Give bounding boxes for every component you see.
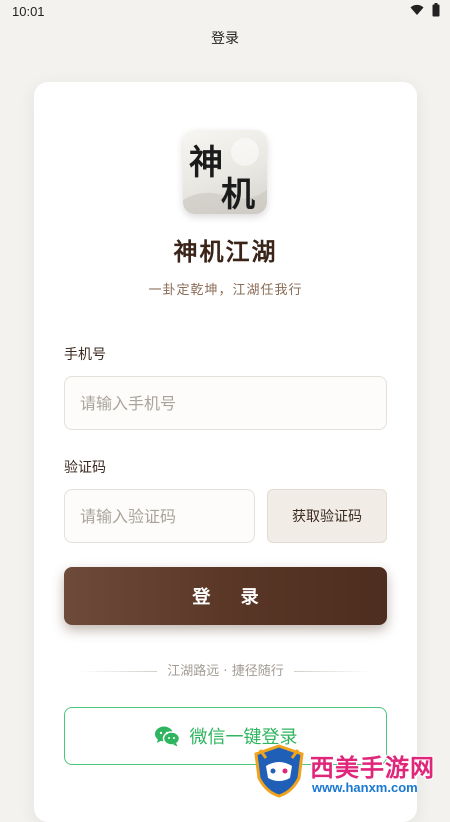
- get-code-button[interactable]: 获取验证码: [267, 489, 387, 543]
- code-label: 验证码: [64, 460, 106, 476]
- phone-label: 手机号: [64, 347, 106, 363]
- status-icons: [410, 3, 440, 20]
- page-title: 登录: [211, 31, 239, 47]
- watermark-title: 西美手游网: [310, 754, 435, 782]
- battery-icon: [432, 3, 440, 20]
- divider-line-right: [294, 671, 372, 672]
- wifi-icon: [410, 4, 424, 19]
- logo-char-1: 神: [189, 143, 223, 183]
- divider: 江湖路远 · 捷径随行: [64, 662, 387, 682]
- login-button[interactable]: 登 录: [64, 567, 387, 625]
- code-input[interactable]: [64, 489, 255, 543]
- status-time: 10:01: [12, 4, 45, 19]
- app-logo: 神 机: [183, 130, 267, 214]
- login-card: 神 机 神机江湖 一卦定乾坤，江湖任我行 手机号 验证码 获取验证码 登 录 江…: [34, 82, 417, 822]
- watermark: 西美手游网 www.hanxm.com: [250, 742, 450, 800]
- watermark-shield-icon: [254, 744, 304, 798]
- divider-text: 江湖路远 · 捷径随行: [167, 664, 284, 679]
- app-logo-art: 神 机: [183, 138, 267, 214]
- watermark-url: www.hanxm.com: [312, 780, 418, 795]
- logo-char-2: 机: [221, 175, 255, 214]
- app-title: 神机江湖: [173, 237, 278, 266]
- phone-input[interactable]: [64, 376, 387, 430]
- status-bar: 10:01: [0, 0, 450, 24]
- app-slogan: 一卦定乾坤，江湖任我行: [148, 283, 303, 298]
- wechat-icon: [154, 725, 180, 747]
